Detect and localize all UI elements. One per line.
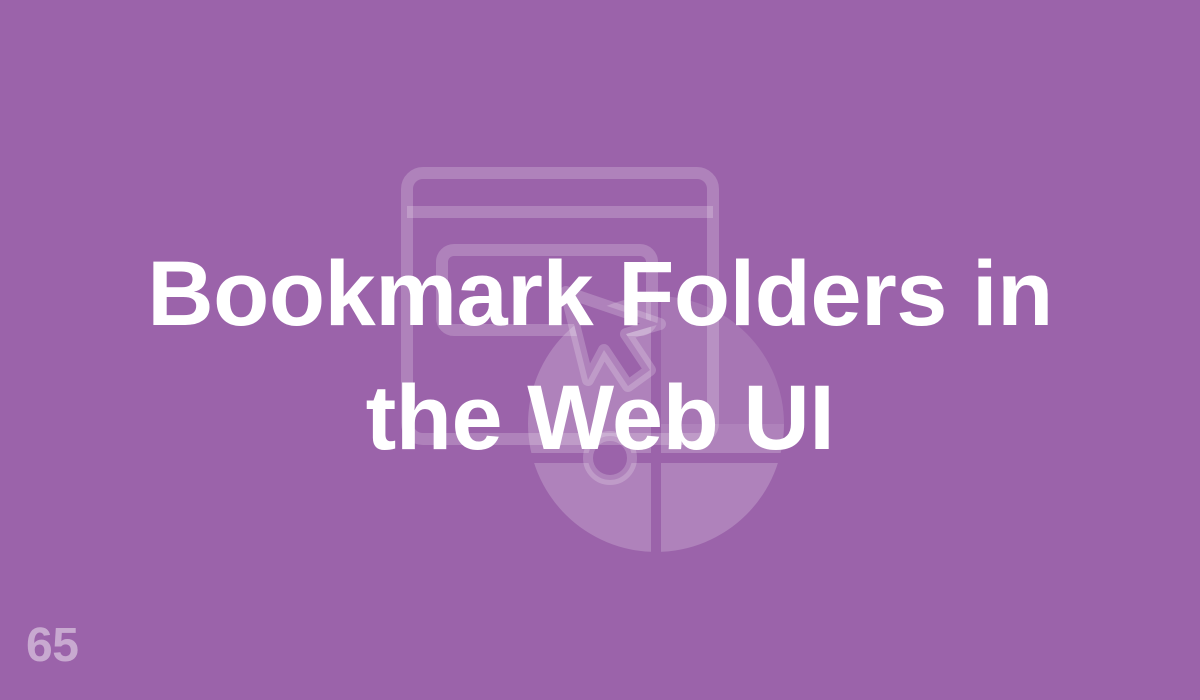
page-title: Bookmark Folders in the Web UI	[0, 232, 1200, 480]
title-line-1: Bookmark Folders in	[147, 243, 1053, 345]
thumbnail-canvas: Bookmark Folders in the Web UI 65	[0, 0, 1200, 700]
title-line-2: the Web UI	[365, 367, 835, 469]
episode-number: 65	[26, 619, 79, 672]
